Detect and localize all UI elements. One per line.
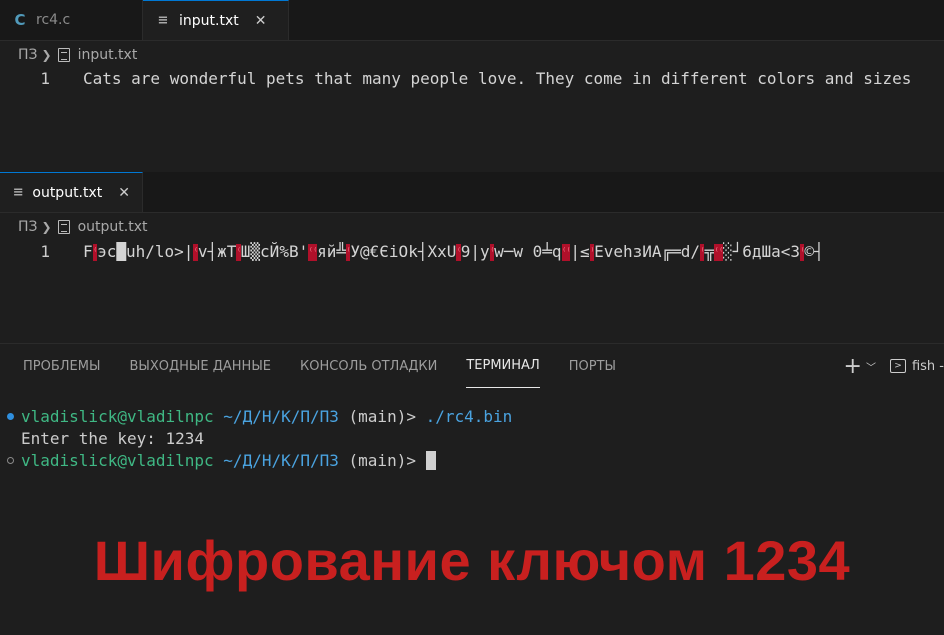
caption-overlay: Шифрование ключом 1234 — [93, 529, 851, 592]
text-file-icon: ≡ — [12, 185, 24, 200]
invalid-byte-glyph: ⁽⁽ — [308, 243, 318, 261]
prompt-branch: (main)> — [348, 450, 416, 470]
output-text-segment: ©┤ — [804, 241, 824, 261]
line-text: Cats are wonderful pets that many people… — [83, 68, 912, 88]
text-file-icon: ≡ — [157, 13, 169, 28]
tab-ports[interactable]: ПОРТЫ — [569, 344, 616, 388]
prompt-path: ~/Д/Н/К/П/ПЗ — [223, 450, 339, 470]
c-file-icon: C — [14, 11, 26, 29]
output-text-segment: яй╩ — [317, 241, 346, 261]
prompt-path: ~/Д/Н/К/П/ПЗ — [223, 406, 339, 426]
output-text-segment: эс — [97, 241, 117, 261]
output-text-segment: w─w 0╧q — [494, 241, 562, 261]
breadcrumb-file[interactable]: output.txt — [78, 219, 148, 235]
chevron-down-icon[interactable]: ﹀ — [866, 359, 876, 374]
editor-line[interactable]: 1 F⁽эс█uh/lo>|⁽v┤жТ⁽Ш▒сЙ%В'⁽⁽яй╩⁽У@€ЄiOk… — [0, 240, 944, 262]
output-text-segment: ░┘6дШа<3 — [722, 241, 801, 261]
tab-rc4-c[interactable]: C rc4.c — [0, 0, 143, 40]
prompt-user: vladislick@vladilnpc — [21, 450, 214, 470]
terminal-cursor[interactable] — [425, 450, 436, 470]
panel-tabbar: ПРОБЛЕМЫ ВЫХОДНЫЕ ДАННЫЕ КОНСОЛЬ ОТЛАДКИ… — [0, 343, 944, 388]
chevron-right-icon: ❯ — [41, 48, 52, 62]
terminal-line: vladislick@vladilnpc ~/Д/Н/К/П/ПЗ (main)… — [0, 449, 944, 471]
output-text-segment: F — [83, 241, 93, 261]
output-text-segment: Ш▒сЙ%В' — [240, 241, 309, 261]
tab-output-txt[interactable]: ≡ output.txt ✕ — [0, 172, 143, 212]
editor-line[interactable]: 1 Cats are wonderful pets that many peop… — [0, 67, 944, 89]
tab-output[interactable]: ВЫХОДНЫЕ ДАННЫЕ — [129, 344, 271, 388]
close-icon[interactable]: ✕ — [118, 185, 130, 201]
output-text-segment: v┤жТ — [197, 241, 237, 261]
tab-label: output.txt — [32, 184, 103, 201]
terminal-command: ./rc4.bin — [425, 406, 513, 426]
line-number: 1 — [40, 241, 50, 261]
tab-terminal[interactable]: ТЕРМИНАЛ — [466, 344, 540, 388]
tab-debug-console[interactable]: КОНСОЛЬ ОТЛАДКИ — [300, 344, 437, 388]
invalid-byte-glyph: ⁽⁽ — [714, 243, 724, 261]
close-icon[interactable]: ✕ — [255, 13, 267, 29]
terminal-output: Enter the key: 1234 — [21, 428, 205, 448]
breadcrumb-file[interactable]: input.txt — [78, 47, 138, 63]
file-icon — [57, 48, 70, 62]
output-text-segment: █ — [116, 241, 126, 261]
tab-label: input.txt — [179, 12, 239, 29]
editor-tabbar-bottom: ≡ output.txt ✕ — [0, 172, 944, 213]
output-text-segment: У@€ЄiOk┤XxU — [350, 241, 457, 261]
output-text-segment: ╦ — [704, 241, 715, 261]
line-text: F⁽эс█uh/lo>|⁽v┤жТ⁽Ш▒сЙ%В'⁽⁽яй╩⁽У@€ЄiOk┤X… — [83, 242, 824, 261]
panel-toolbar: + ﹀ > fish - — [844, 344, 944, 388]
output-text-segment: 9|y — [460, 241, 490, 261]
editor-tabbar-top: C rc4.c ≡ input.txt ✕ — [0, 0, 944, 41]
breadcrumb-folder[interactable]: ПЗ — [18, 219, 38, 235]
breadcrumb-folder[interactable]: ПЗ — [18, 47, 38, 63]
line-number: 1 — [40, 68, 50, 88]
terminal-line: Enter the key: 1234 — [0, 427, 944, 449]
new-terminal-icon[interactable]: + — [844, 354, 862, 379]
output-text-segment: uh/lo>| — [125, 241, 194, 261]
output-text-segment: EvehзИА╔═d/ — [594, 241, 701, 261]
breadcrumb: ПЗ ❯ input.txt — [0, 44, 137, 66]
tab-label: rc4.c — [36, 12, 71, 28]
tab-problems[interactable]: ПРОБЛЕМЫ — [23, 344, 100, 388]
terminal-icon: > — [889, 359, 906, 373]
command-pending-icon[interactable] — [7, 456, 14, 464]
terminal-line: vladislick@vladilnpc ~/Д/Н/К/П/ПЗ (main)… — [0, 405, 944, 427]
output-text-segment: |≤ — [570, 241, 590, 261]
tab-input-txt[interactable]: ≡ input.txt ✕ — [143, 0, 289, 40]
breadcrumb: ПЗ ❯ output.txt — [0, 216, 147, 238]
terminal-name[interactable]: fish - — [912, 359, 944, 374]
file-icon — [57, 220, 70, 234]
command-success-icon[interactable] — [7, 412, 14, 420]
chevron-right-icon: ❯ — [41, 220, 52, 234]
prompt-branch: (main)> — [348, 406, 416, 426]
prompt-user: vladislick@vladilnpc — [21, 406, 214, 426]
